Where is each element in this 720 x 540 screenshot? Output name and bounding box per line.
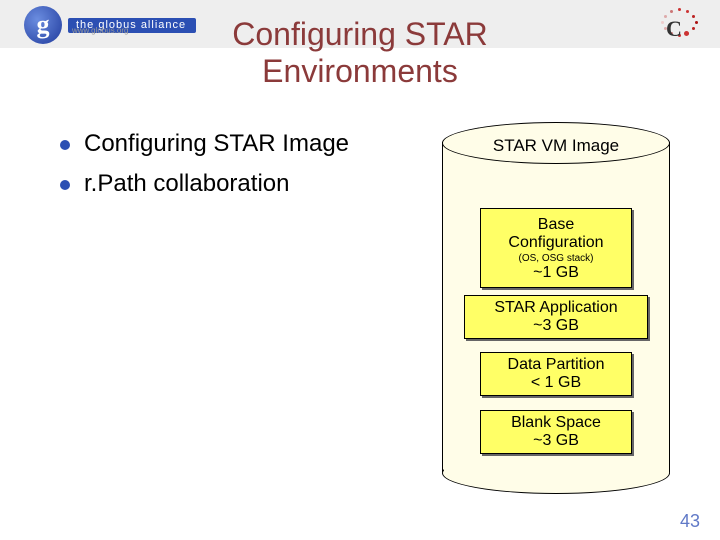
title-line-2: Environments xyxy=(262,53,458,89)
title-line-1: Configuring STAR xyxy=(232,16,488,52)
slide-title: Configuring STAR Environments xyxy=(0,16,720,90)
box-app-line1: STAR Application xyxy=(494,299,617,316)
box-base-subnote: (OS, OSG stack) xyxy=(481,253,631,264)
slide: g the globus alliance www.globus.org C C… xyxy=(0,0,720,540)
box-data-partition: Data Partition < 1 GB xyxy=(480,352,632,396)
box-datapart-size: < 1 GB xyxy=(531,374,581,391)
slide-number: 43 xyxy=(680,511,700,532)
box-base-size: ~1 GB xyxy=(481,264,631,282)
box-blank-size: ~3 GB xyxy=(533,432,579,449)
box-base-line1: Base xyxy=(538,216,574,233)
bullet-item: Configuring STAR Image xyxy=(60,130,430,158)
box-base-line2: Configuration xyxy=(508,234,603,251)
box-app-size: ~3 GB xyxy=(533,317,579,334)
box-blank-space: Blank Space ~3 GB xyxy=(480,410,632,454)
box-blank-line1: Blank Space xyxy=(511,414,601,431)
box-datapart-line1: Data Partition xyxy=(508,356,605,373)
box-base-config: Base Configuration (OS, OSG stack) ~1 GB xyxy=(480,208,632,288)
bullet-text: Configuring STAR Image xyxy=(84,130,349,158)
bullet-list: Configuring STAR Image r.Path collaborat… xyxy=(60,130,430,210)
bullet-text: r.Path collaboration xyxy=(84,170,289,198)
cylinder-label: STAR VM Image xyxy=(442,136,670,156)
bullet-dot-icon xyxy=(60,140,70,150)
vm-image-cylinder: STAR VM Image Base Configuration (OS, OS… xyxy=(442,122,670,490)
box-star-app: STAR Application ~3 GB xyxy=(464,295,648,339)
bullet-dot-icon xyxy=(60,180,70,190)
bullet-item: r.Path collaboration xyxy=(60,170,430,198)
